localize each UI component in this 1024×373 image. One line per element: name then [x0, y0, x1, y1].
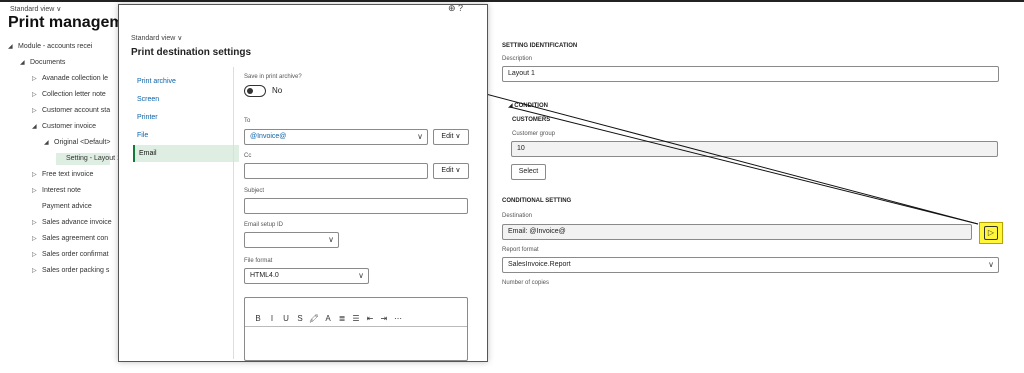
- nav-region: [119, 67, 487, 68]
- nav-item-screen[interactable]: Screen: [133, 91, 237, 108]
- email-setup-label: Email setup ID: [244, 222, 284, 228]
- to-label: To: [244, 118, 251, 124]
- underline-icon[interactable]: U: [279, 314, 293, 323]
- to-field[interactable]: @Invoice@ ∨: [244, 129, 428, 145]
- save-archive-label: Save in print archive?: [244, 74, 302, 80]
- editor-divider: [245, 326, 467, 327]
- italic-icon[interactable]: I: [265, 314, 279, 323]
- nav-item-printer[interactable]: Printer: [133, 109, 237, 126]
- chevron-down-icon: ∨: [358, 271, 364, 280]
- cc-field[interactable]: [244, 163, 428, 179]
- email-setup-select[interactable]: ∨: [244, 232, 339, 248]
- dialog-title: Print destination settings: [131, 47, 252, 58]
- chevron-down-icon: ∨: [417, 132, 423, 141]
- email-body-editor[interactable]: B I U S 🖍 A ≣ ☰ ⇤ ⇥ ⋯: [244, 297, 468, 361]
- cc-label: Cc: [244, 153, 252, 159]
- outdent-icon[interactable]: ⇤: [363, 314, 377, 323]
- font-size-icon[interactable]: A: [321, 314, 335, 323]
- bullet-list-icon[interactable]: ☰: [349, 314, 363, 323]
- file-format-select[interactable]: HTML4.0 ∨: [244, 268, 369, 284]
- save-archive-value: No: [272, 86, 283, 95]
- bold-icon[interactable]: B: [251, 314, 265, 323]
- editor-toolbar: B I U S 🖍 A ≣ ☰ ⇤ ⇥ ⋯: [251, 308, 405, 326]
- chevron-down-icon: ∨: [328, 235, 334, 244]
- subject-label: Subject: [244, 188, 265, 194]
- subject-field[interactable]: [244, 198, 468, 214]
- nav-divider: [233, 67, 234, 359]
- nav-item-email[interactable]: Email: [133, 145, 239, 162]
- indent-icon[interactable]: ⇥: [377, 314, 391, 323]
- numbered-list-icon[interactable]: ≣: [335, 314, 349, 323]
- to-value: @Invoice@: [250, 133, 287, 140]
- save-archive-toggle[interactable]: [244, 85, 266, 97]
- arrow-line-to-condition: [509, 106, 979, 225]
- to-edit-button[interactable]: Edit ∨: [433, 129, 469, 145]
- cc-edit-button[interactable]: Edit ∨: [433, 163, 469, 179]
- dialog-view-selector[interactable]: Standard view ∨: [131, 34, 182, 42]
- help-icon[interactable]: ⊕ ?: [448, 3, 463, 14]
- print-destination-dialog: ⊕ ? Standard view ∨ Print destination se…: [118, 3, 488, 362]
- strikethrough-icon[interactable]: S: [293, 314, 307, 323]
- more-icon[interactable]: ⋯: [391, 314, 405, 323]
- file-format-label: File format: [244, 258, 273, 264]
- nav-item-print-archive[interactable]: Print archive: [133, 73, 237, 90]
- nav-item-file[interactable]: File: [133, 127, 237, 144]
- file-format-value: HTML4.0: [250, 272, 279, 279]
- highlight-icon[interactable]: 🖍: [307, 314, 321, 323]
- arrow-line-to-dialog: [462, 86, 979, 225]
